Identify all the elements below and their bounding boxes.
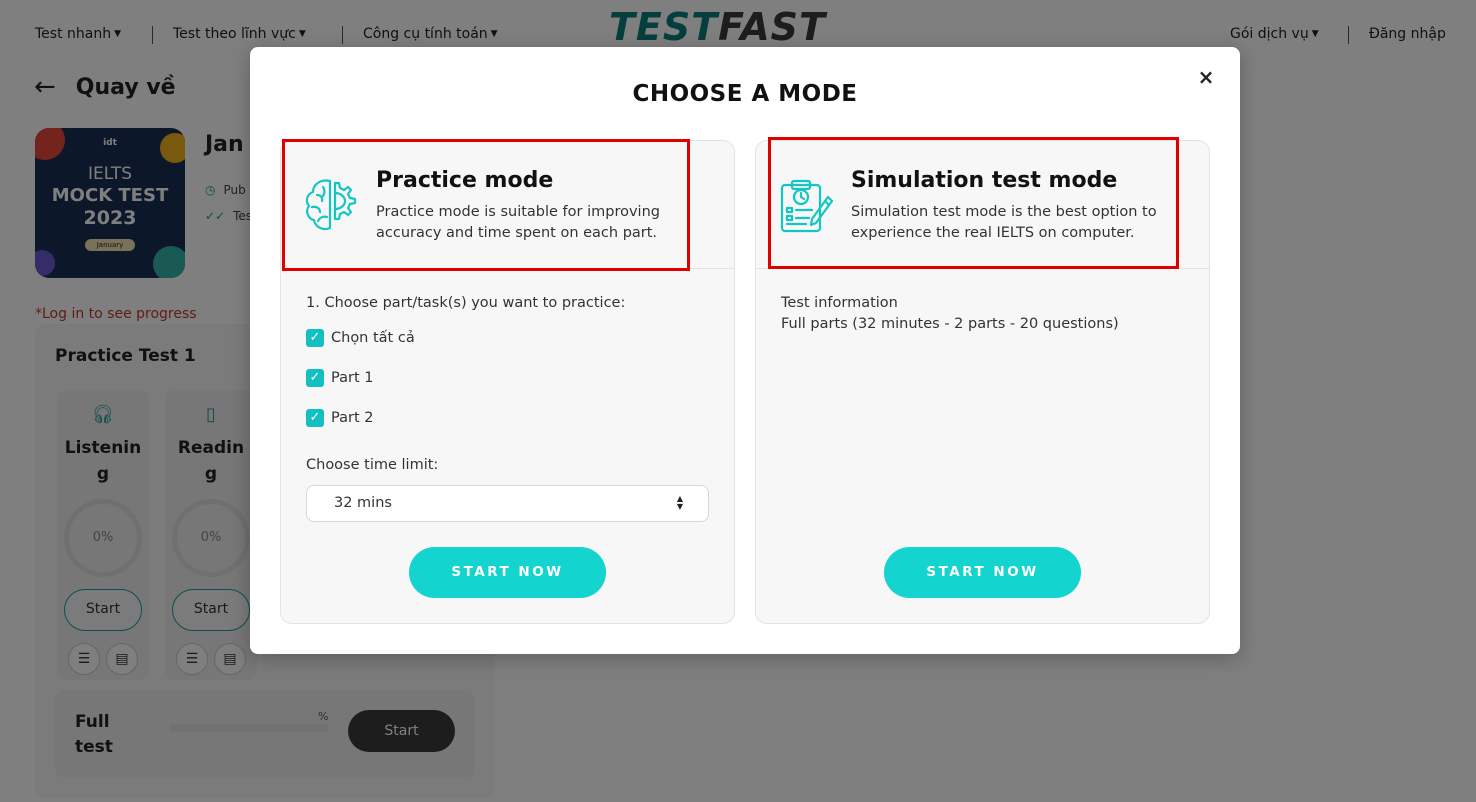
clipboard-checklist-icon <box>780 179 834 233</box>
simulation-mode-header[interactable]: Simulation test mode Simulation test mod… <box>756 141 1209 269</box>
choose-parts-label: 1. Choose part/task(s) you want to pract… <box>306 295 626 311</box>
option-select-all[interactable]: ✓ Chọn tất cả <box>306 329 415 347</box>
test-info-label: Test information <box>781 295 898 311</box>
sort-arrows-icon: ▲ ▼ <box>676 494 683 511</box>
practice-mode-name: Practice mode <box>376 168 554 193</box>
time-limit-select[interactable]: 32 mins ▲ ▼ <box>306 485 709 522</box>
time-limit-label: Choose time limit: <box>306 457 439 473</box>
simulation-mode-description: Simulation test mode is the best option … <box>851 204 1157 241</box>
simulation-mode-card: Simulation test mode Simulation test mod… <box>755 140 1210 624</box>
option-part-2[interactable]: ✓ Part 2 <box>306 409 373 427</box>
checkbox-checked-icon[interactable]: ✓ <box>306 409 324 427</box>
test-info-value: Full parts (32 minutes - 2 parts - 20 qu… <box>781 316 1119 332</box>
close-icon[interactable]: × <box>1194 65 1218 89</box>
option-part-1[interactable]: ✓ Part 1 <box>306 369 373 387</box>
practice-start-button[interactable]: START NOW <box>409 547 606 598</box>
simulation-mode-name: Simulation test mode <box>851 168 1118 193</box>
practice-mode-header[interactable]: Practice mode Practice mode is suitable … <box>281 141 734 269</box>
checkbox-checked-icon[interactable]: ✓ <box>306 329 324 347</box>
brain-gear-icon <box>305 179 357 231</box>
checkbox-checked-icon[interactable]: ✓ <box>306 369 324 387</box>
practice-mode-card: Practice mode Practice mode is suitable … <box>280 140 735 624</box>
simulation-mode-body: Test information Full parts (32 minutes … <box>756 269 1209 624</box>
modal-title: CHOOSE A MODE <box>632 81 858 107</box>
simulation-start-button[interactable]: START NOW <box>884 547 1081 598</box>
choose-mode-modal: CHOOSE A MODE × Practice mode Practice m… <box>250 47 1240 654</box>
practice-mode-description: Practice mode is suitable for improving … <box>376 204 660 241</box>
practice-mode-body: 1. Choose part/task(s) you want to pract… <box>281 269 734 624</box>
